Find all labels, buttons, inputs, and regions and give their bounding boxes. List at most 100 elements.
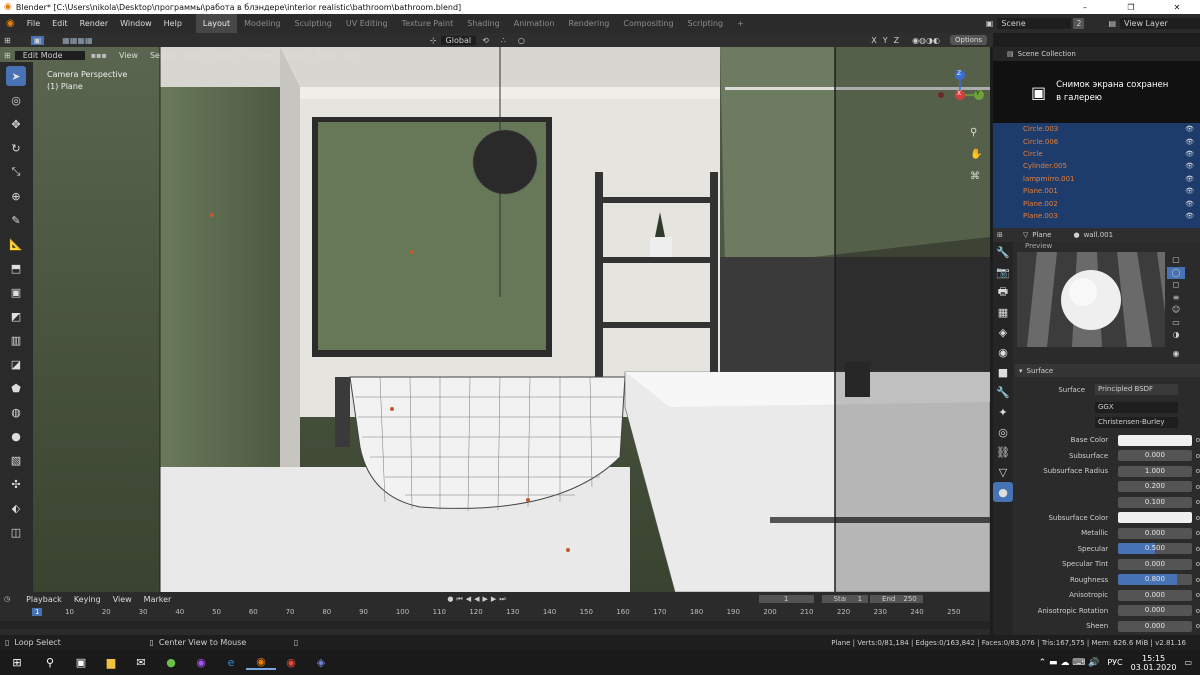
editor-type-icon[interactable]: ⊞: [4, 36, 11, 45]
scale-tool-icon[interactable]: ⤡: [6, 162, 26, 182]
measure-tool-icon[interactable]: 📐: [6, 234, 26, 254]
node-socket-icon[interactable]: o: [1196, 576, 1200, 584]
shader-param-field[interactable]: 0.500: [1118, 543, 1192, 555]
transform-tool-icon[interactable]: ⊕: [6, 186, 26, 206]
tab-texture-paint[interactable]: Texture Paint: [395, 14, 461, 33]
preview-world-icon[interactable]: ◉: [1167, 348, 1185, 361]
tab-compositing[interactable]: Compositing: [616, 14, 680, 33]
eye-icon[interactable]: 👁: [1185, 175, 1194, 183]
subsurface-method-dropdown[interactable]: Christensen-Burley: [1095, 417, 1178, 429]
menu-window[interactable]: Window: [114, 19, 158, 28]
notifications-icon[interactable]: ▭: [1184, 658, 1192, 667]
knife-tool-icon[interactable]: ◪: [6, 354, 26, 374]
tool-tab-icon[interactable]: 🔧: [993, 242, 1013, 262]
shader-param-field[interactable]: 0.000: [1118, 589, 1192, 601]
close-button[interactable]: ✕: [1154, 3, 1200, 12]
shader-param-field[interactable]: 0.000: [1118, 450, 1192, 462]
node-socket-icon[interactable]: o: [1196, 622, 1200, 630]
tab-uv-editing[interactable]: UV Editing: [339, 14, 395, 33]
menu-keying[interactable]: Keying: [68, 595, 107, 604]
eye-icon[interactable]: 👁: [1185, 212, 1194, 220]
phone-app-icon[interactable]: ●: [156, 656, 186, 669]
preview-cube-icon[interactable]: ◻: [1167, 279, 1185, 292]
node-socket-icon[interactable]: o: [1196, 545, 1200, 553]
3d-viewport[interactable]: ⊞ Edit Mode ▪▪▪ View Select Add Mesh Ver…: [0, 47, 990, 592]
task-view-icon[interactable]: ▣: [66, 656, 96, 669]
camera-view-icon[interactable]: ⌘: [970, 166, 982, 188]
shader-param-field[interactable]: 0.800: [1118, 574, 1192, 586]
menu-timeline-view[interactable]: View: [107, 595, 138, 604]
render-tab-icon[interactable]: 📷: [993, 262, 1013, 282]
shear-tool-icon[interactable]: ⬖: [6, 498, 26, 518]
distribution-dropdown[interactable]: GGX: [1095, 401, 1178, 413]
eye-icon[interactable]: 👁: [1185, 162, 1194, 170]
material-tab-icon[interactable]: ●: [993, 482, 1013, 502]
outliner-item[interactable]: Plane.001 👁: [993, 184, 1200, 198]
eye-icon[interactable]: 👁: [1185, 150, 1194, 158]
rotate-tool-icon[interactable]: ↻: [6, 138, 26, 158]
options-dropdown[interactable]: Options: [949, 35, 987, 45]
maximize-button[interactable]: ❐: [1108, 3, 1154, 12]
node-socket-icon[interactable]: o: [1196, 452, 1200, 460]
tab-scripting[interactable]: Scripting: [681, 14, 731, 33]
preview-cloth-icon[interactable]: ▭: [1167, 317, 1185, 330]
screenshot-notification[interactable]: ▣ Снимок экрана сохранен в галерею: [993, 61, 1200, 123]
tray-icons[interactable]: ⌃ ▬ ☁ ⌨ 🔊: [1039, 658, 1100, 668]
mode-dropdown[interactable]: Edit Mode: [14, 50, 85, 60]
eye-icon[interactable]: 👁: [1185, 125, 1194, 133]
preview-fluid-icon[interactable]: ◑: [1167, 329, 1185, 342]
edge-browser-icon[interactable]: e: [216, 656, 246, 669]
select-box-icon[interactable]: ▣: [30, 35, 45, 45]
timeline-editor-icon[interactable]: ◷: [4, 595, 10, 603]
extrude-tool-icon[interactable]: ⬒: [6, 258, 26, 278]
menu-edit[interactable]: Edit: [46, 19, 74, 28]
modifier-tab-icon[interactable]: 🔧: [993, 382, 1013, 402]
current-frame-field[interactable]: 1: [758, 595, 814, 603]
preview-sphere-icon[interactable]: ◯: [1167, 266, 1185, 279]
menu-playback[interactable]: Playback: [20, 595, 68, 604]
outliner-item[interactable]: lampmirro.001 👁: [993, 172, 1200, 185]
music-app-icon[interactable]: ◉: [186, 656, 216, 669]
minimize-button[interactable]: –: [1062, 3, 1108, 12]
menu-add[interactable]: Add: [181, 51, 209, 60]
shrink-tool-icon[interactable]: ✣: [6, 474, 26, 494]
axis-z-toggle[interactable]: Z: [894, 36, 899, 45]
select-mode-icons[interactable]: ▦▦▦▦: [62, 36, 92, 45]
outliner-item[interactable]: Circle.003 👁: [993, 123, 1200, 136]
add-workspace-button[interactable]: +: [730, 14, 751, 33]
zoom-icon[interactable]: ⚲: [970, 122, 982, 144]
object-tab-icon[interactable]: ■: [993, 362, 1013, 382]
data-tab-icon[interactable]: ▽: [993, 462, 1013, 482]
node-socket-icon[interactable]: o: [1196, 560, 1200, 568]
outliner-item[interactable]: Cylinder.005 👁: [993, 160, 1200, 173]
tab-layout[interactable]: Layout: [195, 14, 238, 33]
language-indicator[interactable]: РУС: [1107, 658, 1122, 667]
editor-menu-icon[interactable]: ⊞: [4, 51, 11, 60]
proportional-icon[interactable]: ○: [518, 36, 525, 45]
chrome-icon[interactable]: ◉: [276, 656, 306, 669]
surface-shader-dropdown[interactable]: Principled BSDF: [1095, 384, 1178, 396]
shading-icons[interactable]: ◉◍◑◐: [912, 36, 940, 45]
spin-tool-icon[interactable]: ◍: [6, 402, 26, 422]
edge-slide-tool-icon[interactable]: ▧: [6, 450, 26, 470]
mail-icon[interactable]: ✉: [126, 656, 156, 669]
menu-view[interactable]: View: [113, 51, 144, 60]
timeline-track[interactable]: [0, 621, 990, 629]
axis-x-toggle[interactable]: X: [871, 36, 876, 45]
shader-param-field[interactable]: 0.000: [1118, 620, 1192, 632]
snap-icon[interactable]: ∴: [501, 36, 506, 45]
physics-tab-icon[interactable]: ◎: [993, 422, 1013, 442]
menu-uv[interactable]: UV: [341, 51, 364, 60]
preview-monkey-icon[interactable]: ☺: [1167, 304, 1185, 317]
outliner-item[interactable]: Plane.002 👁: [993, 197, 1200, 210]
menu-vertex[interactable]: Vertex: [241, 51, 279, 60]
inset-tool-icon[interactable]: ▣: [6, 282, 26, 302]
menu-file[interactable]: File: [21, 19, 46, 28]
discord-icon[interactable]: ◈: [306, 656, 336, 669]
preview-flat-icon[interactable]: ▢: [1167, 254, 1185, 267]
menu-marker[interactable]: Marker: [138, 595, 178, 604]
tab-animation[interactable]: Animation: [507, 14, 562, 33]
blender-app-icon[interactable]: ◉: [246, 655, 276, 670]
menu-select[interactable]: Select: [144, 51, 181, 60]
constraints-tab-icon[interactable]: ⛓: [993, 442, 1013, 462]
